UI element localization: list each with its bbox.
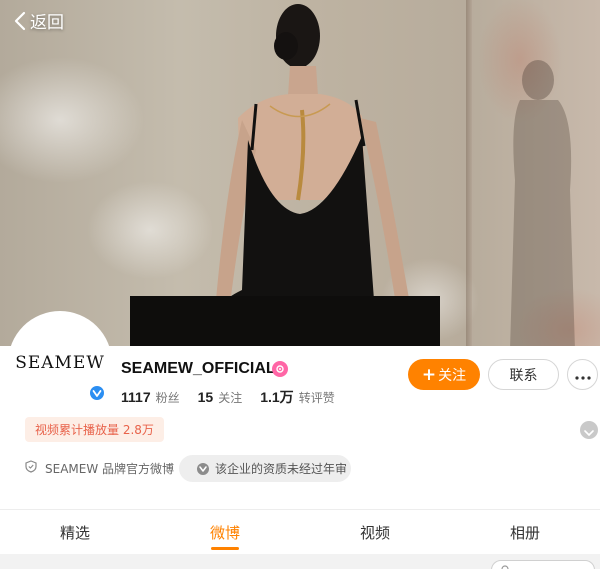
tab-albums[interactable]: 相册: [450, 510, 600, 554]
follow-label: 关注: [438, 367, 467, 384]
more-button[interactable]: [567, 359, 598, 390]
stat-following-label: 关注: [218, 391, 243, 405]
tab-weibo[interactable]: 微博: [150, 510, 300, 554]
chevron-down-icon: [584, 421, 594, 440]
contact-button[interactable]: 联系: [488, 359, 559, 390]
avatar-logo-text: SEAMEW: [15, 353, 105, 373]
official-description: SEAMEW 品牌官方微博: [25, 455, 174, 481]
stat-following-value: 15: [197, 389, 214, 405]
wall-seam: [466, 0, 472, 346]
info-dot-icon: [197, 462, 209, 475]
profile-stats: 1117 粉丝 15 关注 1.1万 转评赞: [121, 387, 353, 407]
shield-icon: [25, 460, 45, 476]
certification-notice-text: 该企业的资质未经过年审: [215, 462, 348, 476]
stat-reposts-value: 1.1万: [260, 389, 294, 405]
play-count-tag: 视频累计播放量 2.8万: [25, 417, 164, 442]
stat-reposts[interactable]: 1.1万 转评赞: [260, 387, 334, 407]
tab-videos[interactable]: 视频: [300, 510, 450, 554]
plus-icon: +: [421, 364, 437, 385]
profile-tabs: 精选 微博 视频 相册: [0, 510, 600, 554]
feed-toolbar: [0, 554, 600, 569]
certification-notice[interactable]: 该企业的资质未经过年审: [179, 455, 351, 482]
tab-featured[interactable]: 精选: [0, 510, 150, 554]
stat-following[interactable]: 15 关注: [198, 389, 243, 406]
stat-fans[interactable]: 1117 粉丝: [121, 389, 180, 406]
shadow-figure: [510, 60, 575, 346]
stat-fans-value: 1117: [121, 389, 151, 405]
back-arrow-icon: [14, 11, 26, 31]
verified-icon: [88, 384, 106, 402]
contact-label: 联系: [509, 367, 538, 384]
back-label: 返回: [30, 13, 64, 33]
follow-button[interactable]: + 关注: [408, 359, 480, 390]
stat-fans-label: 粉丝: [155, 391, 180, 405]
vip-icon[interactable]: [272, 361, 288, 377]
expand-button[interactable]: [580, 421, 598, 439]
official-description-text: SEAMEW 品牌官方微博: [45, 461, 175, 476]
search-icon: [501, 565, 509, 569]
more-dots-icon: [574, 365, 591, 384]
cover-image: 返回: [0, 0, 600, 346]
profile-name: SEAMEW_OFFICIAL: [121, 360, 276, 377]
back-button[interactable]: 返回: [14, 8, 64, 33]
stat-reposts-label: 转评赞: [298, 391, 335, 405]
feed-search-input[interactable]: [491, 560, 595, 569]
model-photo: [130, 4, 440, 346]
